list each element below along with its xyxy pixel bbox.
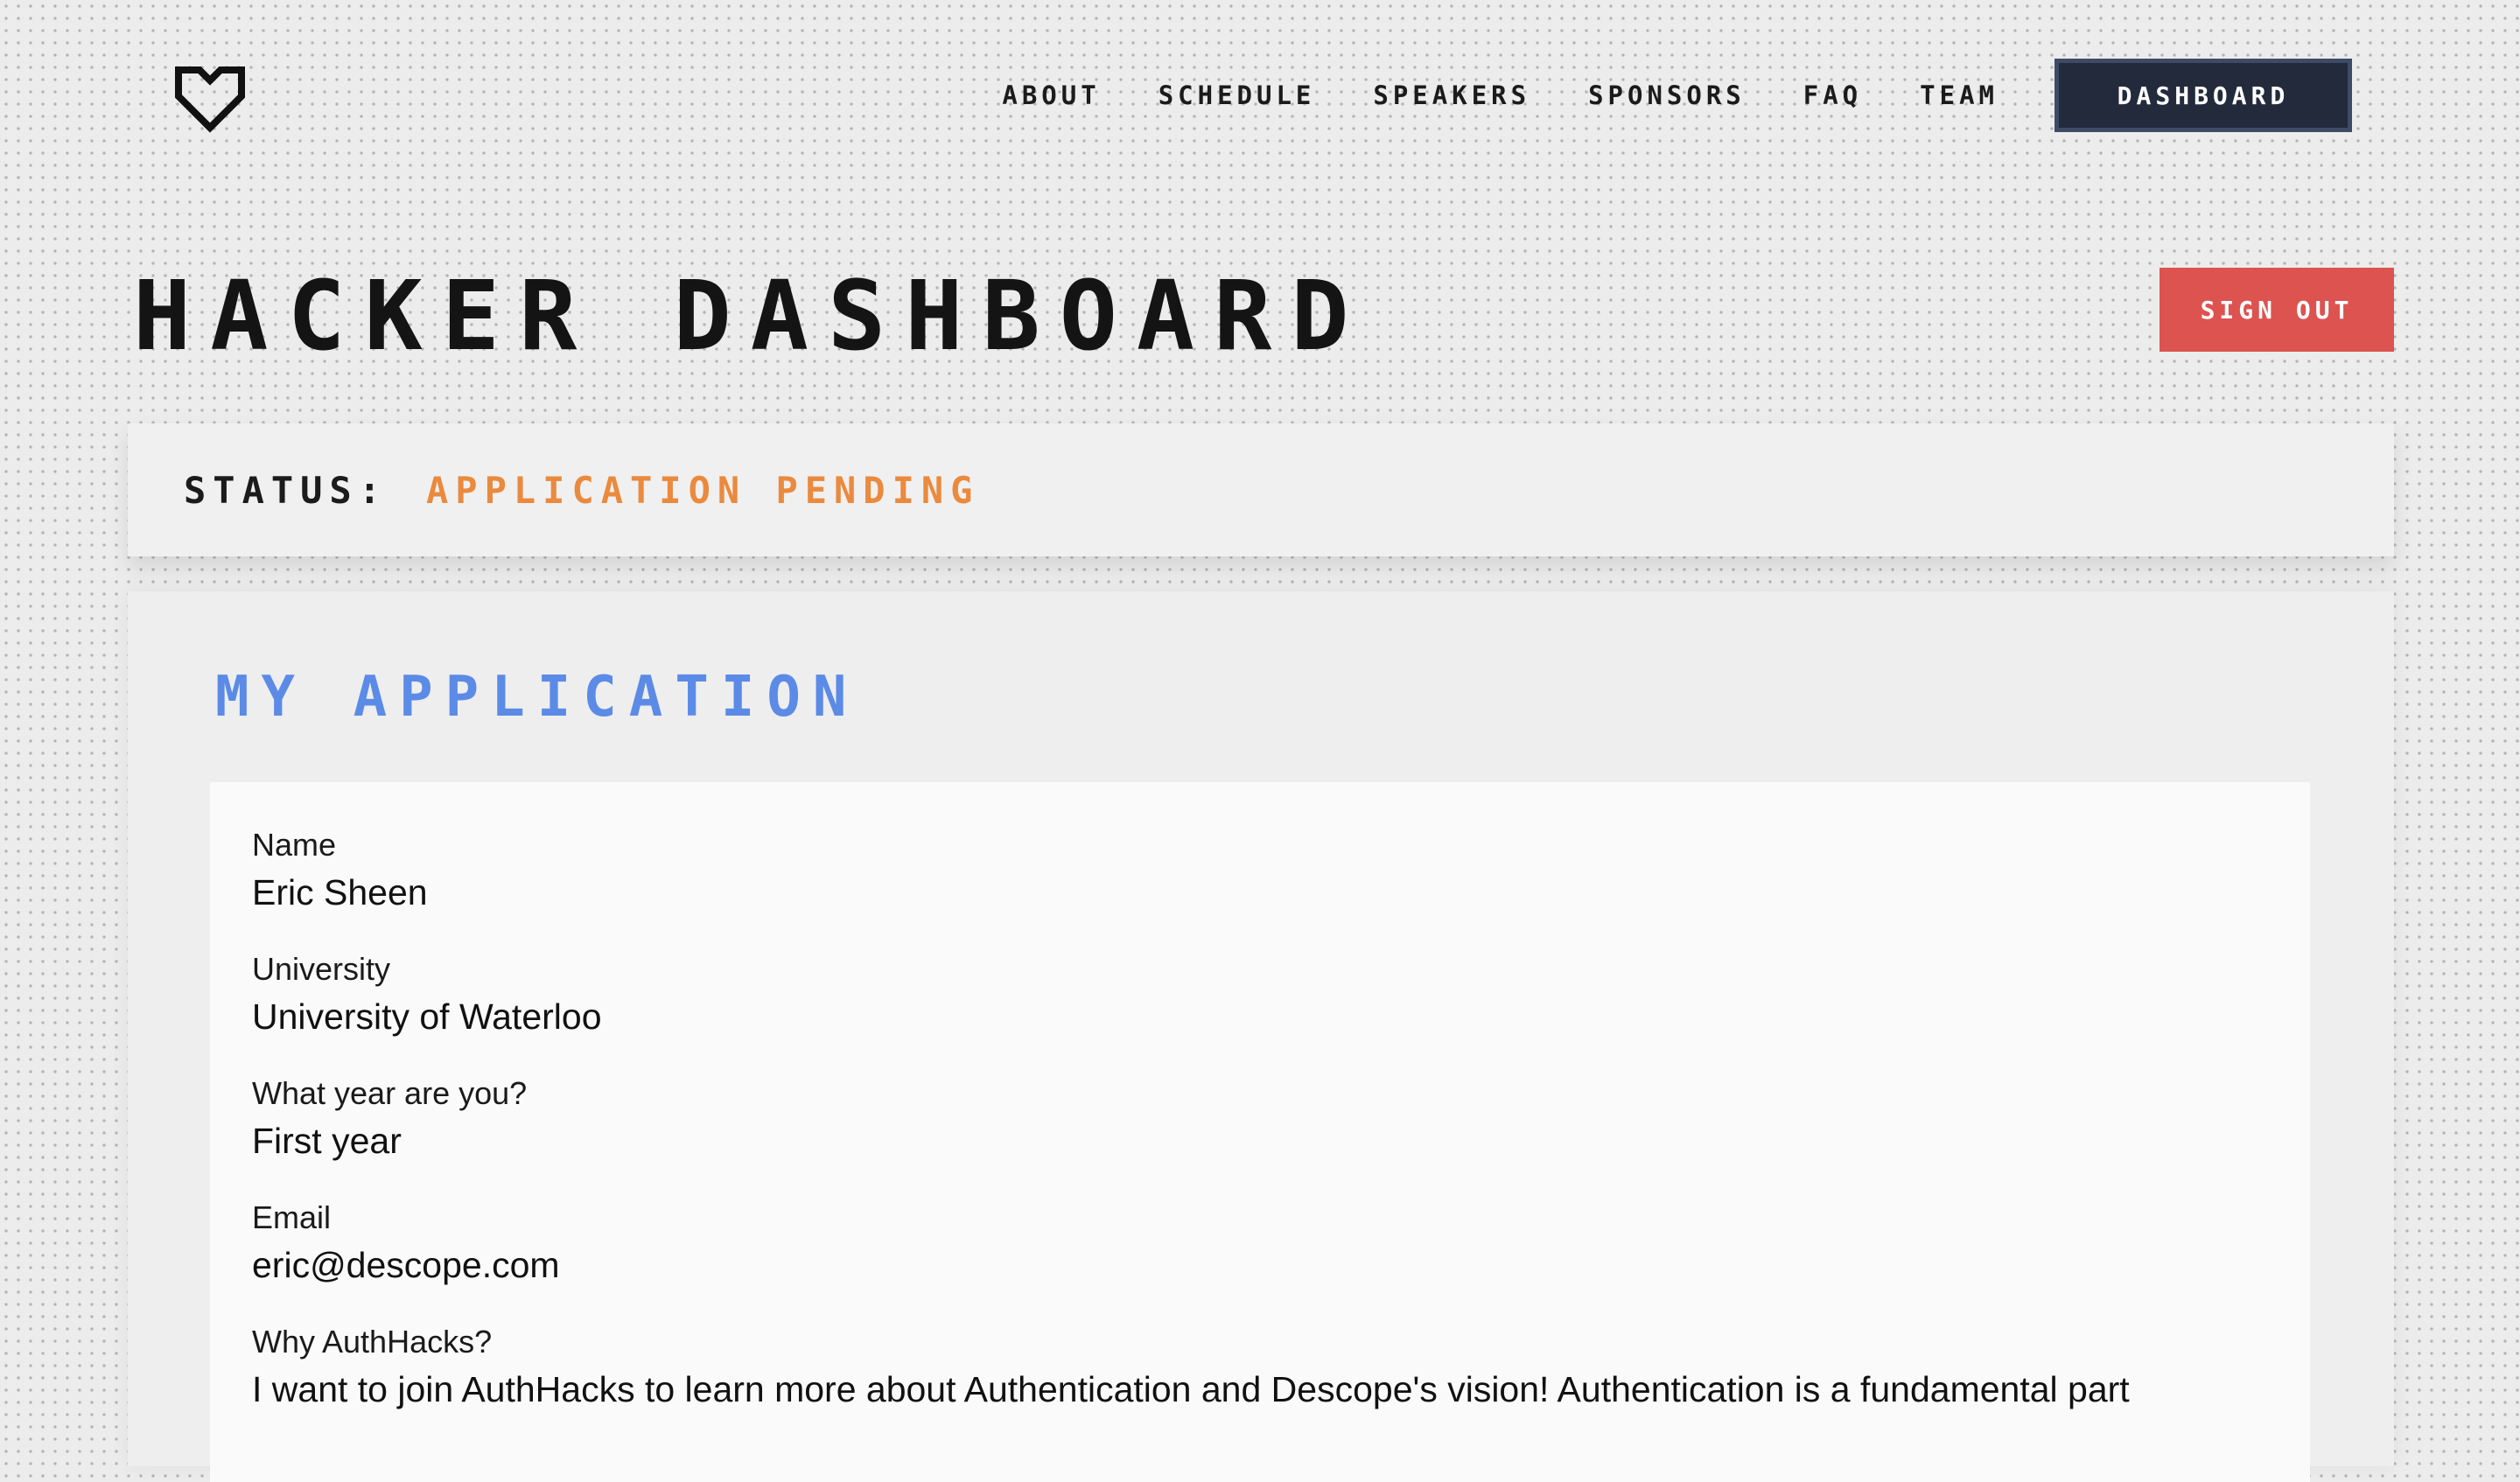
field-label: Name [252, 827, 337, 863]
nav-link-schedule[interactable]: SCHEDULE [1158, 80, 1316, 110]
field-university: University University of Waterloo [252, 950, 2268, 1041]
field-label: University [252, 951, 391, 987]
field-value: eric@descope.com [252, 1245, 560, 1285]
nav-link-speakers[interactable]: SPEAKERS [1373, 80, 1530, 110]
field-label: What year are you? [252, 1075, 528, 1111]
nav-link-team[interactable]: TEAM [1920, 80, 1998, 110]
field-why-authhacks: Why AuthHacks? I want to join AuthHacks … [252, 1323, 2268, 1414]
status-label: STATUS: [184, 468, 388, 512]
field-label: Email [252, 1199, 332, 1235]
application-title: MY APPLICATION [215, 665, 859, 730]
dashboard-button[interactable]: DASHBOARD [2054, 59, 2352, 132]
application-panel: MY APPLICATION Name Eric Sheen Universit… [128, 591, 2394, 1482]
status-value: APPLICATION PENDING [426, 468, 980, 512]
status-card: STATUS: APPLICATION PENDING [128, 423, 2394, 556]
nav-link-sponsors[interactable]: SPONSORS [1588, 80, 1746, 110]
application-details: Name Eric Sheen University University of… [210, 782, 2310, 1482]
nav-link-faq[interactable]: FAQ [1803, 80, 1862, 110]
field-value: University of Waterloo [252, 996, 602, 1037]
field-name: Name Eric Sheen [252, 826, 2268, 917]
pixel-heart-icon[interactable] [172, 59, 248, 133]
field-year: What year are you? First year [252, 1074, 2268, 1165]
sign-out-button[interactable]: SIGN OUT [2160, 268, 2394, 352]
field-value: Eric Sheen [252, 872, 428, 912]
field-label: Why AuthHacks? [252, 1324, 493, 1360]
page-title: HACKER DASHBOARD [133, 260, 1368, 372]
field-value: I want to join AuthHacks to learn more a… [252, 1369, 2130, 1409]
field-email: Email eric@descope.com [252, 1199, 2268, 1290]
field-value: First year [252, 1121, 402, 1161]
nav-link-about[interactable]: ABOUT [1002, 80, 1100, 110]
top-nav: ABOUT SCHEDULE SPEAKERS SPONSORS FAQ TEA… [1002, 56, 2352, 135]
